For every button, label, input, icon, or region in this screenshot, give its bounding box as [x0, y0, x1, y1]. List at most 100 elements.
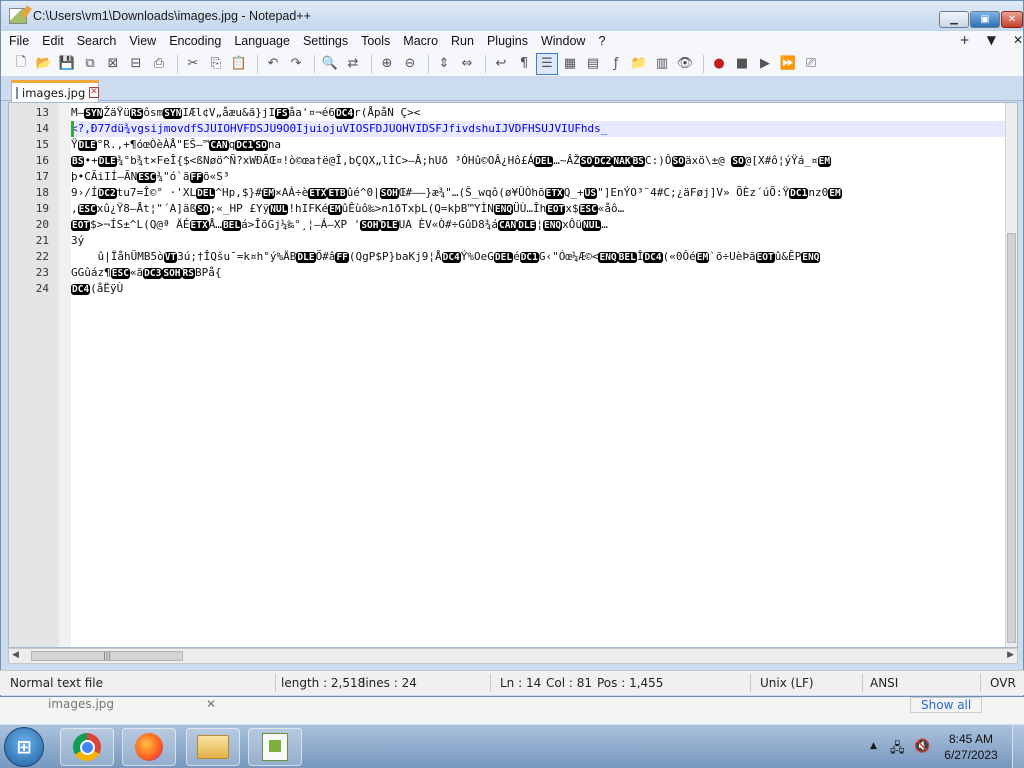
close-all-icon[interactable]: ⊟: [126, 54, 146, 74]
new-tab-plus-icon[interactable]: +: [960, 33, 970, 47]
text-line[interactable]: 9›/ÍDC2tu7=Î©° ·'XLDEL^Hp,$}#EM×AÀ÷èETX E…: [71, 185, 842, 201]
maximize-button[interactable]: ▣: [970, 11, 1000, 28]
menu-plugins[interactable]: Plugins: [487, 34, 528, 48]
stop-macro-icon[interactable]: ■: [732, 54, 752, 74]
title-bar[interactable]: C:\Users\vm1\Downloads\images.jpg - Note…: [1, 1, 1023, 31]
minimize-button[interactable]: ▁: [939, 11, 969, 28]
word-wrap-icon[interactable]: ↩: [491, 54, 511, 74]
sync-horizontal-icon[interactable]: ⇔: [457, 54, 477, 74]
menu-file[interactable]: File: [9, 34, 29, 48]
scroll-left-icon[interactable]: ◀: [12, 650, 19, 660]
menu-window[interactable]: Window: [541, 34, 585, 48]
play-macro-icon[interactable]: ▶: [755, 54, 775, 74]
monitoring-icon[interactable]: 👁: [675, 54, 695, 74]
print-icon[interactable]: ⎙: [149, 54, 169, 74]
indent-guide-icon[interactable]: ☰: [536, 52, 558, 75]
menu-bar: File Edit Search View Encoding Language …: [1, 31, 1023, 51]
notepadpp-app-icon[interactable]: [9, 8, 27, 24]
start-button[interactable]: ⊞: [4, 727, 44, 767]
function-list-icon[interactable]: ƒ: [606, 54, 626, 74]
find-icon[interactable]: 🔍: [320, 54, 340, 74]
text-line[interactable]: ŸDLE°R.,+¶óœÒèÀÅ"EŠ—™CANqDC1 SOna: [71, 137, 281, 153]
cut-icon[interactable]: ✂: [183, 54, 203, 74]
text-run: IÆl¢V„åæu&ã}jI: [182, 106, 276, 119]
save-macro-icon[interactable]: ⎚: [801, 54, 821, 74]
volume-muted-icon[interactable]: 🔇: [914, 739, 930, 754]
horizontal-scrollbar[interactable]: ◀ ||| ▶: [8, 648, 1018, 664]
text-run: na: [267, 138, 282, 151]
tab-images-jpg[interactable]: images.jpg ✕: [11, 80, 99, 102]
taskbar-chrome[interactable]: [60, 728, 114, 766]
show-all-chars-icon[interactable]: ¶: [514, 54, 534, 74]
control-char-badge: NUL: [269, 204, 289, 215]
tab-list-down-icon[interactable]: ▼: [987, 33, 996, 47]
text-run: ¦: [536, 218, 543, 231]
zoom-in-icon[interactable]: ⊕: [377, 54, 397, 74]
new-file-icon[interactable]: 🗋: [11, 54, 31, 74]
text-line[interactable]: EOT$>¬ÍS±^L(Q@ª ÄÉETXÅ…BELá>ÎõGj¼‰°¸¦—Á—…: [71, 217, 608, 233]
user-language-icon[interactable]: ▦: [560, 54, 580, 74]
status-encoding[interactable]: ANSI: [870, 676, 898, 690]
paste-icon[interactable]: 📋: [229, 54, 249, 74]
menu-macro[interactable]: Macro: [403, 34, 438, 48]
menu-search[interactable]: Search: [77, 34, 117, 48]
menu-tools[interactable]: Tools: [361, 34, 390, 48]
background-close-icon[interactable]: ✕: [206, 697, 216, 711]
zoom-out-icon[interactable]: ⊖: [400, 54, 420, 74]
show-desktop-button[interactable]: [1012, 725, 1024, 768]
save-all-icon[interactable]: ⧉: [80, 54, 100, 74]
text-line[interactable]: DC4(åËÿÙ: [71, 281, 123, 297]
tab-label: images.jpg: [22, 85, 86, 100]
run-macro-multiple-icon[interactable]: ⏩: [778, 54, 798, 74]
taskbar-explorer[interactable]: [186, 728, 240, 766]
taskbar-notepadpp[interactable]: [248, 728, 302, 766]
text-line[interactable]: M—SYNŽäŸüRSôsmSYNIÆl¢V„åæu&ã}jIFSåa'¤¬é6…: [71, 105, 420, 121]
text-line[interactable]: þ•CÃiIÍ—ÃNESC¾"ó`ãFFõ«S³: [71, 169, 229, 185]
scroll-right-icon[interactable]: ▶: [1007, 650, 1014, 660]
text-line[interactable]: û|ÏåhÜMB5òVT3ú;†ÎQšu¯=k¤h°ý%ÄBDLEÖ#âFF(Q…: [71, 249, 821, 265]
horizontal-scroll-thumb[interactable]: |||: [31, 651, 183, 661]
sync-vertical-icon[interactable]: ⇕: [434, 54, 454, 74]
doc-switcher-icon[interactable]: ▥: [652, 54, 672, 74]
text-line[interactable]: GGûáz¶ESC«ãDC3 SOH RSBPå{: [71, 265, 221, 281]
menu-language[interactable]: Language: [234, 34, 290, 48]
network-icon[interactable]: 🖧: [890, 739, 905, 761]
tab-close-icon[interactable]: ✕: [89, 87, 99, 98]
close-document-icon[interactable]: ✕: [1013, 33, 1023, 47]
text-content[interactable]: M—SYNŽäŸüRSôsmSYNIÆl¢V„åæu&ã}jIFSåa'¤¬é6…: [71, 103, 1005, 647]
text-editor[interactable]: 13 14 15 16 17 18 19 20 21 22 23 24 M—SYNŽäŸüRSôsmS…: [8, 102, 1018, 648]
status-typing-mode[interactable]: OVR: [990, 676, 1016, 690]
taskbar-firefox[interactable]: [122, 728, 176, 766]
folder-as-workspace-icon[interactable]: 📁: [629, 54, 649, 74]
text-line[interactable]: 3ý: [71, 233, 84, 249]
menu-run[interactable]: Run: [451, 34, 474, 48]
menu-encoding[interactable]: Encoding: [169, 34, 221, 48]
text-line[interactable]: ,ESCxû¿Ÿ8—Åt¦"´A]äßSO;«_HP £YÿNUL!hIFKéE…: [71, 201, 624, 217]
status-eol-format[interactable]: Unix (LF): [760, 676, 814, 690]
vertical-scroll-thumb[interactable]: [1007, 233, 1016, 643]
close-icon[interactable]: ⊠: [103, 54, 123, 74]
replace-icon[interactable]: ⇄: [343, 54, 363, 74]
control-char-badge: DC1: [519, 252, 539, 263]
text-line[interactable]: BS•+DLE¾°b¾t×FeÎ{$<ßNøö^Ñ?xWÐÃŒ¤!ò©œa†ë@…: [71, 153, 832, 169]
menu-help[interactable]: ?: [598, 34, 605, 48]
control-char-badge: DC4: [441, 252, 461, 263]
menu-view[interactable]: View: [129, 34, 156, 48]
menu-edit[interactable]: Edit: [42, 34, 64, 48]
text-line[interactable]: <?,Ð77dü¾vgsijmovdfSJUIOHVFDSJU9O0Ijuioj…: [71, 121, 1005, 137]
open-file-icon[interactable]: 📂: [34, 54, 54, 74]
vertical-scrollbar[interactable]: [1005, 103, 1017, 647]
status-position: Pos : 1,455: [597, 676, 664, 690]
menu-settings[interactable]: Settings: [303, 34, 348, 48]
redo-icon[interactable]: ↷: [286, 54, 306, 74]
control-char-badge: DLE: [517, 220, 537, 231]
doc-map-icon[interactable]: ▤: [583, 54, 603, 74]
system-clock[interactable]: 8:45 AM 6/27/2023: [936, 731, 1006, 763]
undo-icon[interactable]: ↶: [263, 54, 283, 74]
save-icon[interactable]: 💾: [57, 54, 77, 74]
close-button[interactable]: ✕: [1001, 11, 1023, 28]
copy-icon[interactable]: ⎘: [206, 54, 226, 74]
show-all-button[interactable]: Show all: [910, 697, 983, 713]
record-macro-icon[interactable]: ●: [709, 54, 729, 74]
show-hidden-icons-icon[interactable]: ▲: [870, 741, 877, 751]
